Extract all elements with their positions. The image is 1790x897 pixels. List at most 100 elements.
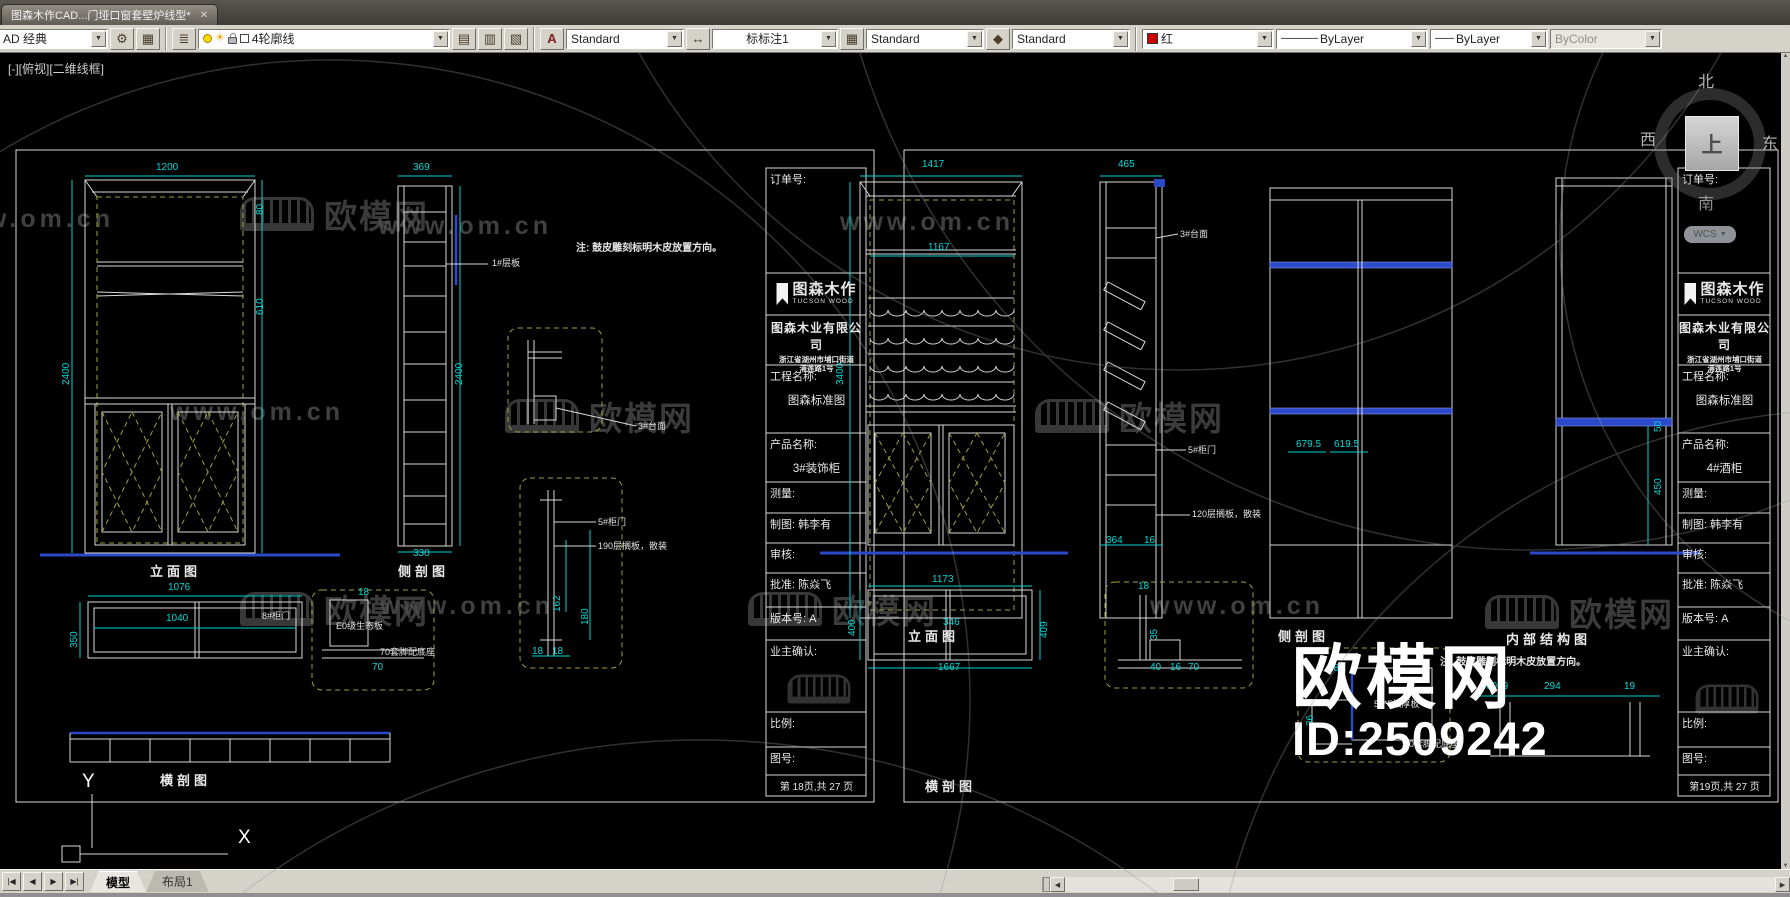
chevron-down-icon: ▼	[1719, 231, 1727, 238]
layout-tab-bar: |◀ ◀ ▶ ▶| 模型 布局1 ◀ ▶	[0, 869, 1790, 893]
layer-dropdown[interactable]: ☀ 4轮廓线 ▼	[198, 28, 450, 49]
scroll-up-icon[interactable]: ▲	[1783, 53, 1789, 59]
chevron-down-icon[interactable]: ▼	[433, 30, 448, 47]
version-cell: 版本号: A	[770, 613, 817, 625]
owner-confirm-cell: 业主确认:	[1682, 646, 1730, 658]
layer-color-icon	[239, 34, 249, 43]
tucson-flag-icon	[776, 283, 789, 305]
toolbar: AD 经典 ▼ ⚙ ▦ ≣ ☀ 4轮廓线 ▼ ▤ ▥ ▧ A Standard …	[0, 25, 1790, 53]
tab-model[interactable]: 模型	[90, 871, 146, 892]
close-icon[interactable]: ✕	[200, 10, 208, 21]
dim-style-icon[interactable]: ↔	[686, 27, 710, 50]
autocad-window: 图森木作CAD...门垭口窗套壁炉线型* ✕ AD 经典 ▼ ⚙ ▦ ≣ ☀ 4…	[0, 0, 1790, 897]
owner-confirm-cell: 业主确认:	[770, 646, 818, 658]
vertical-scrollbar[interactable]: ▲ ▼	[1781, 53, 1790, 869]
drawing-canvas[interactable]	[0, 53, 1790, 869]
version-cell: 版本号: A	[1682, 613, 1729, 625]
chevron-down-icon[interactable]: ▼	[1531, 30, 1546, 47]
linetype-dropdown[interactable]: ———— ByLayer ▼	[1276, 28, 1428, 49]
viewport-controls-label[interactable]: [-][俯视][二维线框]	[8, 60, 104, 77]
chevron-down-icon[interactable]: ▼	[821, 30, 836, 47]
scroll-left-icon[interactable]: ◀	[1050, 877, 1065, 892]
chevron-down-icon[interactable]: ▼	[91, 30, 106, 47]
layer-isolate-button[interactable]: ▧	[504, 27, 528, 50]
dim-style-dropdown[interactable]: 标标注1 ▼	[712, 28, 838, 49]
scale-cell: 比例:	[770, 718, 796, 730]
plotstyle-dropdown: ByColor ▼	[1550, 28, 1662, 49]
layer-thaw-icon: ☀	[215, 32, 225, 44]
title-block-left: 订单号: 图森木作 TUCSON WOOD 图森木业有限公司 浙江省湖州市埔口街…	[766, 168, 867, 796]
figure-number-cell: 图号:	[770, 753, 796, 765]
audit-cell: 审核:	[770, 549, 796, 561]
workspace-value: AD 经典	[3, 32, 48, 46]
mleader-style-icon[interactable]: ◆	[986, 27, 1010, 50]
text-style-dropdown[interactable]: Standard ▼	[566, 28, 684, 49]
approve-cell: 批准: 陈焱飞	[1682, 579, 1744, 591]
audit-cell: 审核:	[1682, 549, 1708, 561]
table-style-dropdown[interactable]: Standard ▼	[866, 28, 984, 49]
wcs-dropdown[interactable]: WCS ▼	[1684, 226, 1736, 243]
product-cell: 产品名称: 4#酒柜	[1682, 439, 1743, 475]
chevron-down-icon[interactable]: ▼	[1113, 30, 1128, 47]
chevron-down-icon[interactable]: ▼	[667, 30, 682, 47]
project-cell: 工程名称: 图森标准图	[770, 371, 846, 407]
scrollbar-splitter[interactable]	[1043, 877, 1050, 892]
text-style-icon[interactable]: A	[540, 27, 564, 50]
workspace-save-button[interactable]: ▦	[136, 27, 160, 50]
lineweight-icon: ——	[1435, 33, 1454, 44]
company-logo: 图森木作 TUCSON WOOD	[1678, 273, 1771, 315]
scrollbar-thumb[interactable]	[1173, 878, 1199, 891]
approve-cell: 批准: 陈焱飞	[770, 579, 832, 591]
next-tab-button[interactable]: ▶	[44, 872, 63, 891]
separator	[165, 26, 167, 51]
status-strip	[0, 893, 1790, 897]
horizontal-scrollbar[interactable]: ◀ ▶	[1042, 877, 1790, 892]
last-tab-button[interactable]: ▶|	[65, 872, 84, 891]
order-number-label: 订单号:	[1682, 174, 1719, 186]
product-cell: 产品名称: 3#装饰柜	[770, 439, 841, 475]
separator	[1135, 26, 1137, 51]
layer-value: 4轮廓线	[251, 32, 295, 46]
table-style-icon[interactable]: ▦	[840, 27, 864, 50]
survey-cell: 测量:	[770, 488, 796, 500]
separator	[533, 26, 535, 51]
table-style-value: Standard	[871, 31, 920, 46]
layer-previous-button[interactable]: ▤	[452, 27, 476, 50]
company-info: 图森木业有限公司 浙江省湖州市埔口街道 浦莲路1号	[770, 321, 862, 374]
color-dropdown[interactable]: 红 ▼	[1142, 28, 1274, 49]
color-value: 红	[1161, 32, 1174, 46]
lineweight-dropdown[interactable]: —— ByLayer ▼	[1430, 28, 1548, 49]
chevron-down-icon[interactable]: ▼	[967, 30, 982, 47]
workspace-dropdown[interactable]: AD 经典 ▼	[0, 28, 108, 49]
text-style-value: Standard	[571, 31, 620, 46]
project-cell: 工程名称: 图森标准图	[1682, 371, 1754, 407]
company-logo: 图森木作 TUCSON WOOD	[766, 273, 867, 315]
title-bar: 图森木作CAD...门垭口窗套壁炉线型* ✕	[0, 0, 1790, 25]
page-number: 第19页,共 27 页	[1689, 782, 1760, 793]
document-tab[interactable]: 图森木作CAD...门垭口窗套壁炉线型* ✕	[1, 4, 219, 25]
scale-cell: 比例:	[1682, 718, 1708, 730]
draft-cell: 制图: 韩李有	[1682, 519, 1744, 531]
tucson-flag-icon	[1684, 283, 1697, 305]
order-number-label: 订单号:	[770, 174, 807, 186]
layer-unlock-icon	[227, 33, 237, 44]
prev-tab-button[interactable]: ◀	[23, 872, 42, 891]
company-info: 图森木业有限公司 浙江省湖州市埔口街道 浦莲路1号	[1678, 321, 1770, 374]
page-number: 第 18页,共 27 页	[779, 782, 854, 793]
scroll-right-icon[interactable]: ▶	[1775, 877, 1790, 892]
tab-layout1[interactable]: 布局1	[146, 871, 209, 892]
layer-states-button[interactable]: ▥	[478, 27, 502, 50]
plotstyle-value: ByColor	[1555, 31, 1598, 46]
survey-cell: 测量:	[1682, 488, 1708, 500]
chevron-down-icon[interactable]: ▼	[1411, 30, 1426, 47]
dim-style-value: 标标注1	[746, 32, 789, 46]
layer-on-icon	[203, 34, 212, 43]
document-tab-label: 图森木作CAD...门垭口窗套壁炉线型*	[11, 10, 191, 22]
lineweight-value: ByLayer	[1456, 31, 1501, 46]
chevron-down-icon[interactable]: ▼	[1257, 30, 1272, 47]
title-block-right: 订单号: 图森木作 TUCSON WOOD 图森木业有限公司 浙江省湖州市埔口街…	[1678, 168, 1771, 796]
layer-properties-button[interactable]: ≣	[172, 27, 196, 50]
mleader-style-dropdown[interactable]: Standard ▼	[1012, 28, 1130, 49]
first-tab-button[interactable]: |◀	[2, 872, 21, 891]
workspace-settings-button[interactable]: ⚙	[110, 27, 134, 50]
